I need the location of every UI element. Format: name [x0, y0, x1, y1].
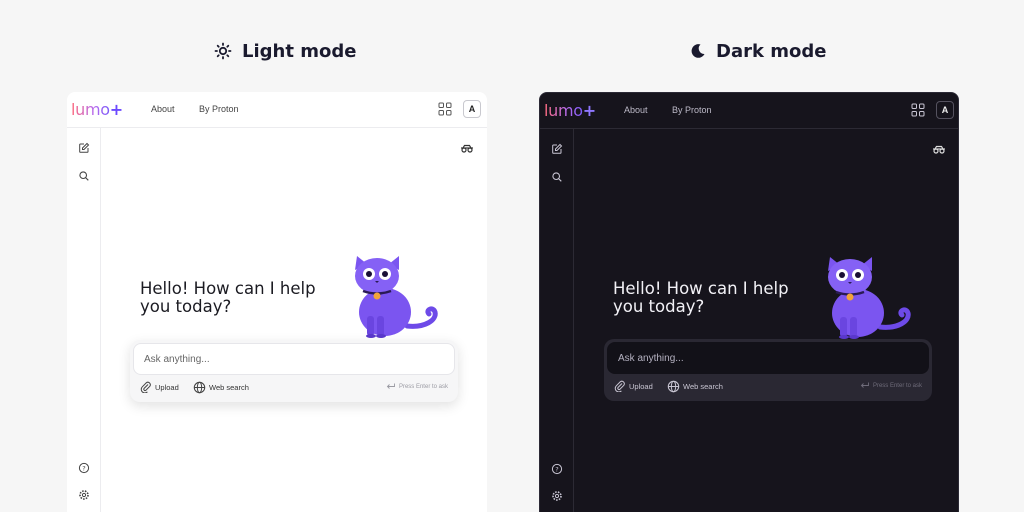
help-icon[interactable]: ? [78, 462, 90, 474]
web-search-button[interactable]: Web search [667, 380, 723, 393]
greeting-text: Hello! How can I help you today? [613, 279, 789, 316]
paperclip-icon [614, 380, 625, 392]
cat-mascot [828, 257, 911, 339]
upload-label: Upload [629, 381, 653, 391]
top-bar: lumo+ About By Proton A [67, 92, 487, 128]
apps-grid-icon[interactable] [438, 102, 452, 116]
lumo-logo[interactable]: lumo+ [544, 101, 596, 120]
lumo-logo[interactable]: lumo+ [71, 100, 123, 119]
nav-by-proton-link[interactable]: By Proton [672, 105, 712, 115]
composer: Ask anything... Upload Web search Press … [604, 339, 932, 401]
settings-icon[interactable] [551, 490, 563, 502]
avatar-button[interactable]: A [936, 101, 954, 119]
upload-button[interactable]: Upload [140, 381, 179, 393]
nav-by-proton-link[interactable]: By Proton [199, 104, 239, 114]
globe-icon [667, 380, 680, 393]
composer: Ask anything... Upload Web search Press … [130, 340, 458, 402]
nav-about-link[interactable]: About [151, 104, 175, 114]
nav-about-link[interactable]: About [624, 105, 648, 115]
greeting-text: Hello! How can I help you today? [140, 279, 316, 316]
light-mode-heading: Light mode [214, 38, 356, 64]
apps-grid-icon[interactable] [911, 103, 925, 117]
ghost-mode-icon[interactable] [932, 145, 946, 155]
ask-input[interactable]: Ask anything... [133, 343, 455, 375]
web-search-button[interactable]: Web search [193, 381, 249, 394]
avatar-button[interactable]: A [463, 100, 481, 118]
sidebar: ? [540, 129, 574, 512]
top-bar: lumo+ About By Proton A [540, 93, 958, 129]
cat-mascot [355, 256, 438, 338]
dark-mode-preview: lumo+ About By Proton A ? Hello! How can… [539, 92, 959, 512]
help-icon[interactable]: ? [551, 463, 563, 475]
search-icon[interactable] [551, 171, 563, 183]
moon-icon [691, 44, 705, 58]
web-search-label: Web search [209, 383, 249, 392]
enter-key-icon [860, 382, 869, 388]
settings-icon[interactable] [78, 489, 90, 501]
dark-mode-label: Dark mode [716, 40, 827, 62]
enter-key-icon [386, 383, 395, 389]
send-hint-label: Press Enter to ask [398, 383, 448, 390]
send-hint: Press Enter to ask [860, 382, 922, 389]
dark-mode-heading: Dark mode [690, 38, 826, 64]
web-search-label: Web search [683, 382, 723, 391]
svg-text:?: ? [82, 464, 85, 472]
new-chat-icon[interactable] [78, 142, 90, 154]
ask-input[interactable]: Ask anything... [607, 342, 929, 374]
light-mode-label: Light mode [242, 40, 357, 62]
sun-icon [214, 42, 232, 60]
globe-icon [193, 381, 206, 394]
upload-button[interactable]: Upload [614, 380, 653, 392]
light-mode-preview: lumo+ About By Proton A ? Hello! How can… [67, 92, 487, 512]
ghost-mode-icon[interactable] [460, 144, 474, 154]
svg-text:?: ? [555, 465, 558, 473]
send-hint: Press Enter to ask [386, 383, 448, 390]
send-hint-label: Press Enter to ask [872, 382, 922, 389]
search-icon[interactable] [78, 170, 90, 182]
paperclip-icon [140, 381, 151, 393]
sidebar: ? [67, 128, 101, 512]
upload-label: Upload [155, 382, 179, 392]
new-chat-icon[interactable] [551, 143, 563, 155]
